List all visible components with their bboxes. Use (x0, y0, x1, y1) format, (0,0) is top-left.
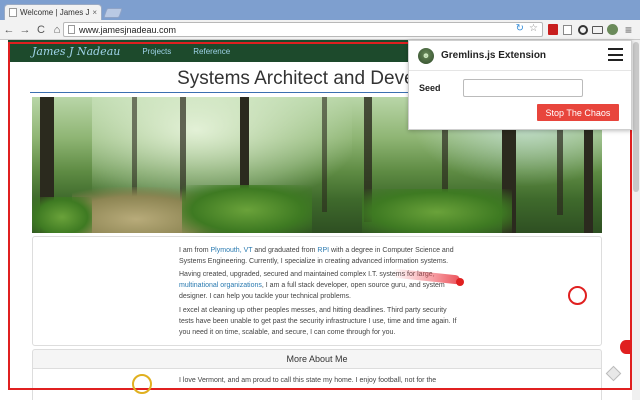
hamburger-icon[interactable] (608, 48, 623, 61)
nav-reference[interactable]: Reference (193, 47, 230, 56)
panel-title: Gremlins.js Extension (441, 50, 547, 61)
page-icon (9, 8, 17, 17)
browser-toolbar: ← → C ⌂ www.jamesjnadeau.com ↻ ☆ ≡ (0, 20, 640, 40)
gremlin-touch-circle (132, 374, 152, 394)
tab-strip: Welcome | James J. N... × (0, 0, 640, 20)
refresh-extension-icon[interactable]: ↻ (516, 23, 524, 34)
star-icon[interactable]: ☆ (529, 23, 538, 34)
page-icon (68, 25, 75, 34)
nav-projects[interactable]: Projects (142, 47, 171, 56)
gremlin-extension-icon[interactable] (606, 23, 619, 36)
forward-icon[interactable]: → (18, 23, 32, 37)
back-icon[interactable]: ← (2, 23, 16, 37)
stop-chaos-button[interactable]: Stop The Chaos (537, 104, 619, 121)
bio-panel: I am from Plymouth, VT and graduated fro… (32, 236, 602, 346)
link-rpi[interactable]: RPI (317, 247, 329, 254)
cast-icon[interactable] (591, 23, 604, 36)
link-multinational[interactable]: multinational organizations (179, 282, 262, 289)
scrollbar-thumb[interactable] (633, 42, 639, 192)
page-scrollbar[interactable] (632, 40, 640, 400)
tab-close-icon[interactable]: × (92, 8, 97, 17)
panel-header: ☻ Gremlins.js Extension (409, 41, 631, 71)
bio-paragraph-1: I am from Plymouth, VT and graduated fro… (179, 247, 454, 265)
browser-tab[interactable]: Welcome | James J. N... × (4, 4, 102, 20)
more-about-me-body: I love Vermont, and am proud to call thi… (32, 369, 602, 400)
home-icon[interactable]: ⌂ (50, 23, 64, 37)
extension-doc-icon[interactable] (561, 23, 574, 36)
seed-label: Seed (419, 83, 441, 93)
reload-icon[interactable]: C (34, 23, 48, 37)
gremlin-edge-marker (620, 340, 632, 354)
gremlin-click-circle (568, 286, 587, 305)
gremlin-click-dot (456, 278, 464, 286)
seed-input[interactable] (463, 79, 583, 97)
tab-title: Welcome | James J. N... (20, 8, 90, 17)
more-about-me-heading: More About Me (32, 349, 602, 369)
more-about-me-text: I love Vermont, and am proud to call thi… (179, 377, 437, 384)
url-text: www.jamesjnadeau.com (79, 24, 177, 35)
address-bar[interactable]: www.jamesjnadeau.com ↻ ☆ (63, 22, 543, 37)
browser-menu-icon[interactable]: ≡ (622, 23, 635, 37)
new-tab-button[interactable] (103, 8, 123, 18)
gremlins-extension-panel: ☻ Gremlins.js Extension Seed Stop The Ch… (408, 40, 632, 130)
bio-paragraph-3: I excel at cleaning up other peoples mes… (179, 307, 457, 336)
extension-circle-icon[interactable] (576, 23, 589, 36)
extension-red-icon[interactable] (546, 23, 559, 36)
gremlin-logo-icon: ☻ (418, 47, 434, 64)
site-brand[interactable]: James J Nadeau (32, 45, 120, 58)
link-plymouth[interactable]: Plymouth, VT (211, 247, 253, 254)
